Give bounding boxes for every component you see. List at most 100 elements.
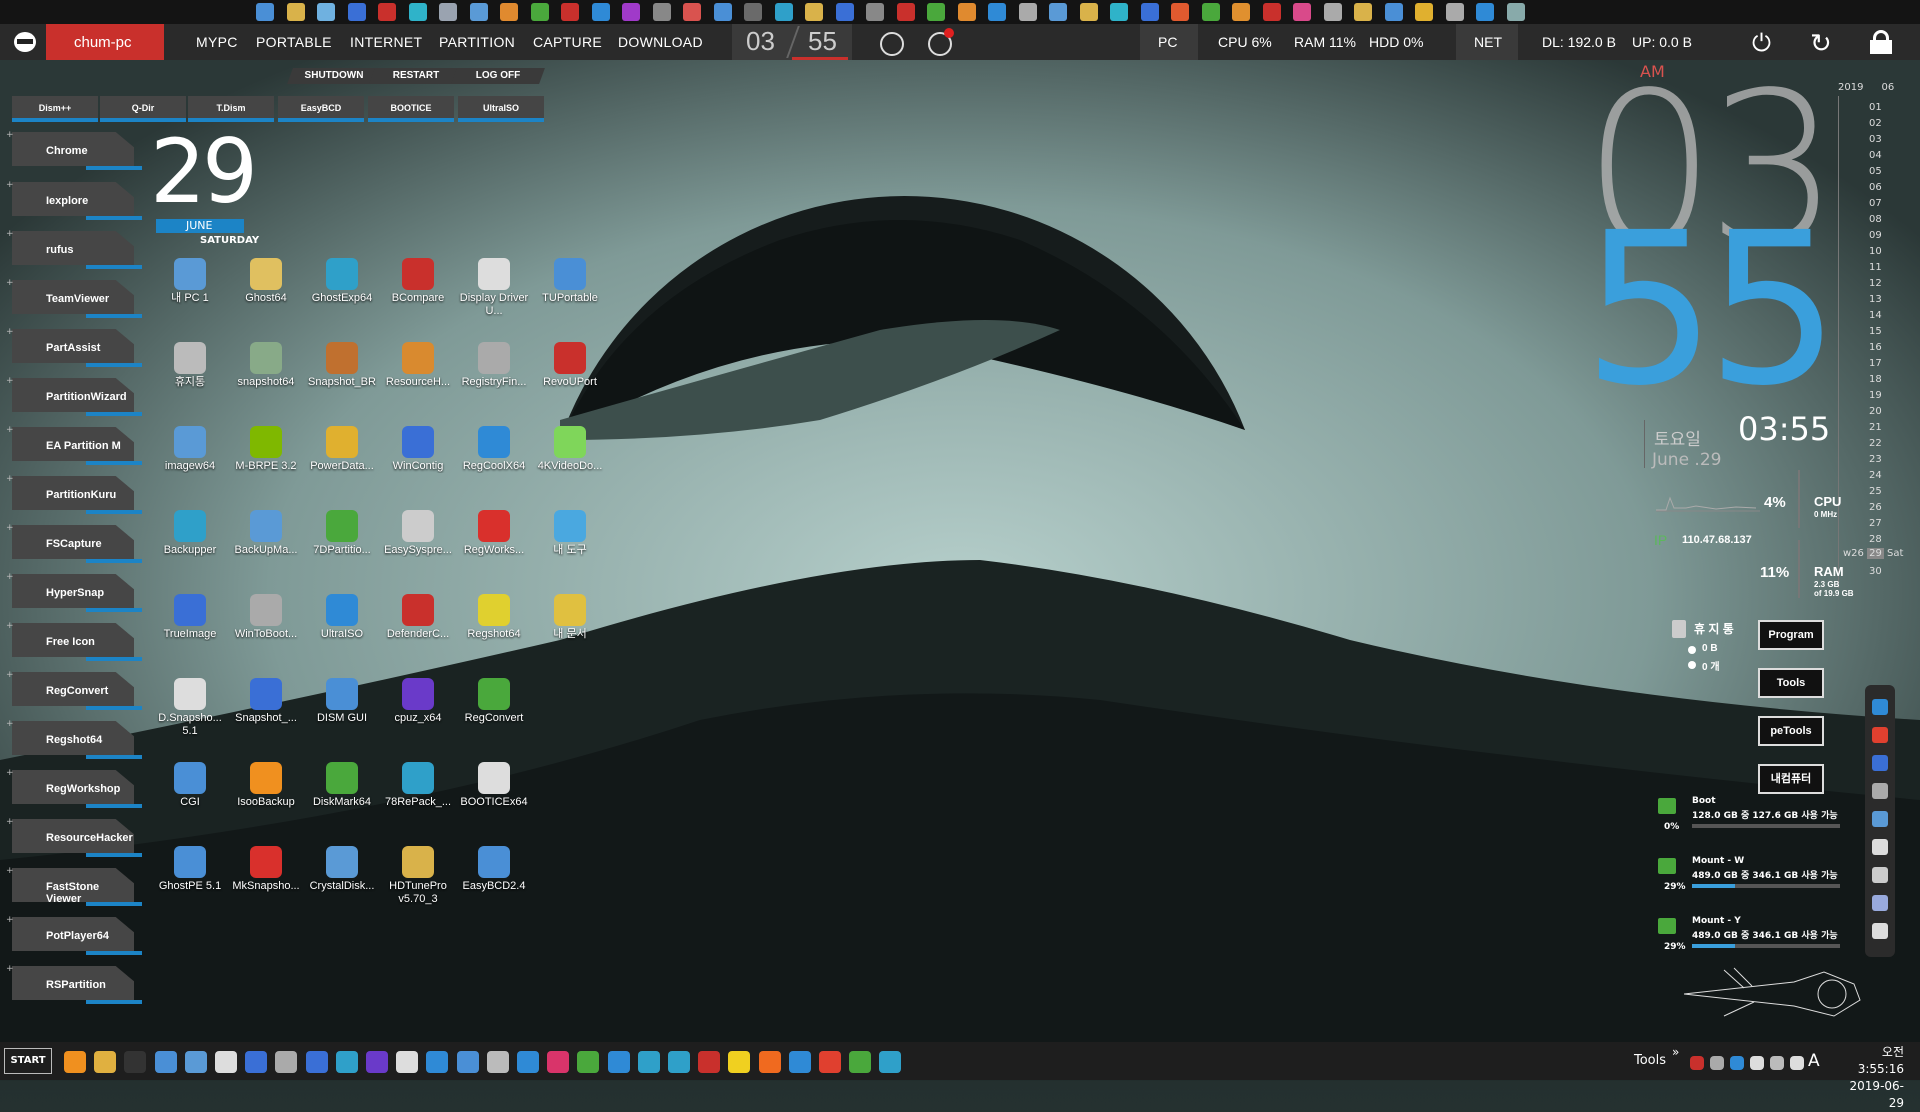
desktop-icon[interactable]: WinToBoot... bbox=[228, 590, 304, 664]
expand-icon[interactable]: + bbox=[6, 229, 14, 239]
toolbar-app-icon[interactable] bbox=[866, 3, 884, 21]
tab-bootice[interactable]: BOOTICE bbox=[368, 96, 454, 122]
desktop-icon[interactable]: TUPortable bbox=[532, 254, 608, 328]
taskbar-app-icon[interactable] bbox=[94, 1051, 117, 1073]
quicklaunch-icon[interactable] bbox=[1872, 811, 1888, 827]
tray-tools-label[interactable]: Tools bbox=[1634, 1053, 1666, 1068]
taskbar-app-icon[interactable] bbox=[245, 1051, 268, 1073]
desktop-icon[interactable]: GhostExp64 bbox=[304, 254, 380, 328]
program-button[interactable]: Program bbox=[1758, 620, 1824, 650]
tray-ime-label[interactable]: A bbox=[1808, 1051, 1820, 1071]
tray-clock[interactable]: 오전 3:55:16 2019-06-29 bbox=[1836, 1044, 1904, 1112]
tray-icon[interactable] bbox=[1790, 1056, 1804, 1070]
expand-icon[interactable]: + bbox=[6, 866, 14, 876]
toolbar-app-icon[interactable] bbox=[1018, 3, 1037, 21]
taskbar-app-icon[interactable] bbox=[879, 1051, 902, 1073]
expand-icon[interactable]: + bbox=[6, 278, 14, 288]
launcher-item[interactable]: + PartitionWizard bbox=[6, 376, 142, 416]
toolbar-app-icon[interactable] bbox=[713, 3, 732, 21]
desktop-icon[interactable]: 78RePack_... bbox=[380, 758, 456, 832]
shutdown-tab[interactable]: SHUTDOWN bbox=[287, 68, 381, 84]
quicklaunch-icon[interactable] bbox=[1872, 727, 1888, 743]
ninja-logo-icon[interactable] bbox=[14, 32, 36, 52]
desktop-icon[interactable]: Ghost64 bbox=[228, 254, 304, 328]
menu-download[interactable]: DOWNLOAD bbox=[618, 34, 703, 50]
menu-portable[interactable]: PORTABLE bbox=[256, 34, 332, 50]
expand-icon[interactable]: + bbox=[6, 768, 14, 778]
expand-icon[interactable]: + bbox=[6, 719, 14, 729]
desktop-icon[interactable]: BOOTICEx64 bbox=[456, 758, 532, 832]
desktop-icon[interactable]: 내 문서 bbox=[532, 590, 608, 664]
expand-icon[interactable]: + bbox=[6, 130, 14, 140]
toolbar-app-icon[interactable] bbox=[1384, 3, 1403, 21]
desktop-icon[interactable]: Regshot64 bbox=[456, 590, 532, 664]
desktop-icon[interactable]: CrystalDisk... bbox=[304, 842, 380, 916]
taskbar-app-icon[interactable] bbox=[184, 1051, 207, 1073]
toolbar-app-icon[interactable] bbox=[1140, 3, 1159, 21]
desktop-icon[interactable]: Display Driver U... bbox=[456, 254, 532, 328]
taskbar-app-icon[interactable] bbox=[366, 1051, 388, 1073]
expand-icon[interactable]: + bbox=[6, 425, 14, 435]
recycle-bin-icon[interactable] bbox=[1672, 620, 1686, 638]
expand-icon[interactable]: + bbox=[6, 474, 14, 484]
taskbar-app-icon[interactable] bbox=[154, 1051, 177, 1073]
toolbar-app-icon[interactable] bbox=[1323, 3, 1342, 21]
tab-dism[interactable]: Dism++ bbox=[12, 96, 98, 122]
toolbar-app-icon[interactable] bbox=[744, 3, 762, 21]
taskbar-app-icon[interactable] bbox=[788, 1051, 811, 1073]
desktop-icon[interactable]: Snapshot_... bbox=[228, 674, 304, 748]
taskbar-app-icon[interactable] bbox=[305, 1051, 328, 1073]
taskbar-app-icon[interactable] bbox=[547, 1051, 570, 1073]
lock-icon[interactable] bbox=[1870, 30, 1892, 54]
toolbar-app-icon[interactable] bbox=[652, 3, 671, 21]
power-icon[interactable]: ⏻ bbox=[1752, 30, 1771, 58]
taskbar-app-icon[interactable] bbox=[728, 1051, 751, 1073]
toolbar-app-icon[interactable] bbox=[439, 3, 457, 21]
launcher-item[interactable]: + RSPartition bbox=[6, 964, 142, 1004]
desktop-icon[interactable]: 내 도구 bbox=[532, 506, 608, 580]
toolbar-app-icon[interactable] bbox=[256, 3, 274, 21]
taskbar-app-icon[interactable] bbox=[698, 1051, 721, 1073]
desktop-icon[interactable]: RegWorks... bbox=[456, 506, 532, 580]
launcher-item[interactable]: + RegWorkshop bbox=[6, 768, 142, 808]
toolbar-app-icon[interactable] bbox=[561, 3, 579, 21]
toolbar-app-icon[interactable] bbox=[591, 3, 610, 21]
launcher-item[interactable]: + rufus bbox=[6, 229, 142, 269]
desktop-icon[interactable]: BackUpMa... bbox=[228, 506, 304, 580]
desktop-icon[interactable]: cpuz_x64 bbox=[380, 674, 456, 748]
toolbar-app-icon[interactable] bbox=[530, 3, 549, 21]
desktop-icon[interactable]: Snapshot_BR bbox=[304, 338, 380, 412]
toolbar-app-icon[interactable] bbox=[927, 3, 945, 21]
taskbar-app-icon[interactable] bbox=[426, 1051, 449, 1073]
toolbar-app-icon[interactable] bbox=[1049, 3, 1067, 21]
desktop-icon[interactable]: EasyBCD2.4 bbox=[456, 842, 532, 916]
toolbar-app-icon[interactable] bbox=[347, 3, 366, 21]
chrome-icon[interactable] bbox=[880, 32, 904, 56]
taskbar-app-icon[interactable] bbox=[517, 1051, 539, 1073]
desktop-icon[interactable]: WinContig bbox=[380, 422, 456, 496]
desktop-icon[interactable]: BCompare bbox=[380, 254, 456, 328]
desktop-icon[interactable]: Backupper bbox=[152, 506, 228, 580]
taskbar-app-icon[interactable] bbox=[758, 1051, 781, 1073]
menu-internet[interactable]: INTERNET bbox=[350, 34, 422, 50]
taskbar-app-icon[interactable] bbox=[124, 1051, 147, 1073]
taskbar-app-icon[interactable] bbox=[637, 1051, 660, 1073]
toolbar-app-icon[interactable] bbox=[1445, 3, 1464, 21]
desktop-icon[interactable]: UltraISO bbox=[304, 590, 380, 664]
tray-icon[interactable] bbox=[1710, 1056, 1724, 1070]
tray-icon[interactable] bbox=[1690, 1056, 1704, 1070]
toolbar-app-icon[interactable] bbox=[896, 3, 915, 21]
toolbar-app-icon[interactable] bbox=[622, 3, 640, 21]
toolbar-app-icon[interactable] bbox=[1415, 3, 1433, 21]
launcher-item[interactable]: + ResourceHacker bbox=[6, 817, 142, 857]
menu-partition[interactable]: PARTITION bbox=[439, 34, 515, 50]
quicklaunch-icon[interactable] bbox=[1872, 783, 1888, 799]
toolbar-app-icon[interactable] bbox=[378, 3, 396, 21]
toolbar-app-icon[interactable] bbox=[805, 3, 823, 21]
launcher-item[interactable]: + RegConvert bbox=[6, 670, 142, 710]
toolbar-app-icon[interactable] bbox=[1110, 3, 1128, 21]
toolbar-app-icon[interactable] bbox=[500, 3, 518, 21]
restart-icon[interactable]: ↻ bbox=[1810, 28, 1832, 59]
tray-expand-icon[interactable]: » bbox=[1672, 1045, 1679, 1059]
desktop-icon[interactable]: 휴지통 bbox=[152, 338, 228, 412]
